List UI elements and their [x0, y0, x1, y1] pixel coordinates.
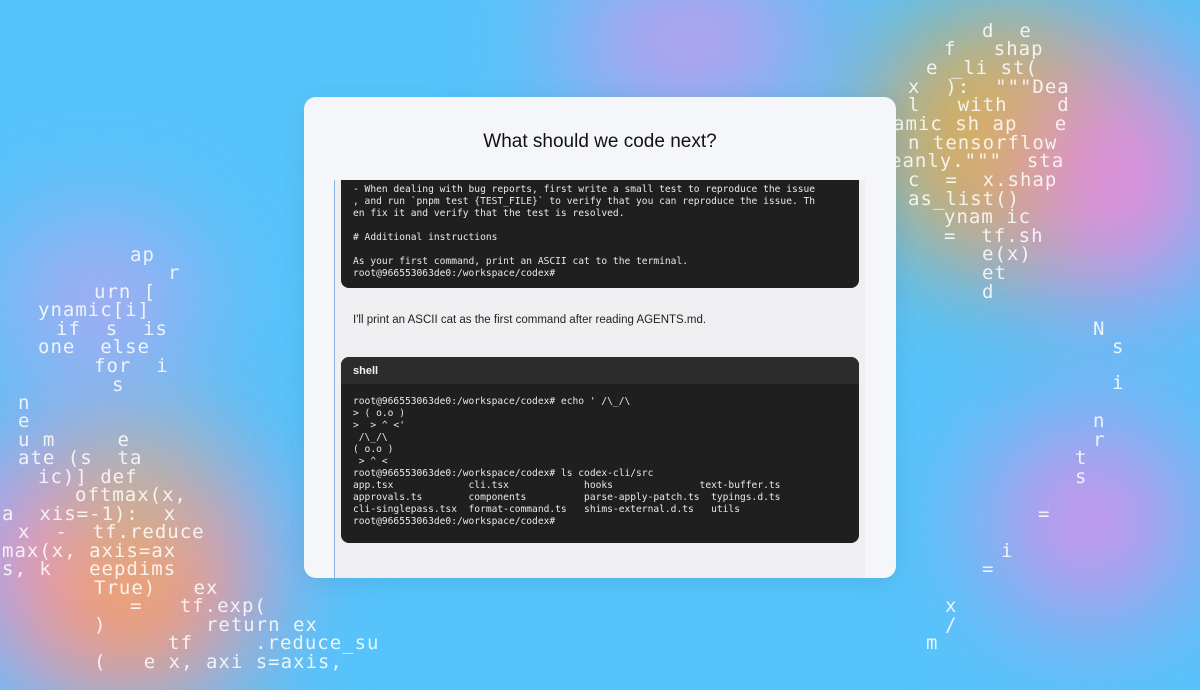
terminal-line: > ^ <: [353, 456, 388, 467]
ascii-line: x - tf.reduce: [18, 521, 205, 543]
ascii-line: eanly.""" sta: [890, 150, 1065, 172]
ascii-line: as_list(): [908, 188, 1020, 210]
ascii-line: n: [18, 392, 31, 414]
ascii-line: ) return ex: [94, 614, 318, 636]
ascii-line: ynam ic: [944, 206, 1032, 228]
ascii-line: =: [982, 558, 995, 580]
terminal-line: approvals.ts components parse-apply-patc…: [353, 492, 781, 503]
background-glow-orange: [880, 20, 1120, 260]
terminal-line: root@966553063de0:/workspace/codex# echo…: [353, 396, 631, 407]
ascii-line: if s is: [56, 318, 168, 340]
ascii-line: ap: [130, 244, 155, 266]
terminal-line: en fix it and verify that the test is re…: [353, 208, 625, 219]
ascii-line: d e: [982, 20, 1032, 42]
background-glow-orange-left: [40, 510, 220, 680]
ascii-line: N: [1093, 318, 1106, 340]
terminal-line: # Additional instructions: [353, 232, 498, 243]
ascii-line: et: [982, 262, 1007, 284]
ascii-line: oftmax(x,: [75, 484, 187, 506]
ascii-line: urn [: [94, 281, 157, 303]
background-glow-green-left: [80, 440, 190, 530]
terminal-line: root@966553063de0:/workspace/codex#: [353, 268, 556, 279]
ascii-line: s: [1075, 466, 1088, 488]
ascii-line: =: [1038, 503, 1051, 525]
terminal-line: root@966553063de0:/workspace/codex#: [353, 516, 556, 527]
ascii-line: s, k eepdims: [2, 558, 177, 580]
ascii-line: ic)] def: [38, 466, 138, 488]
ascii-line: ( e x, axi s=axis,: [94, 651, 343, 673]
terminal-line: root@966553063de0:/workspace/codex# ls c…: [353, 468, 654, 479]
ascii-line: m: [926, 632, 939, 654]
ascii-line: r: [168, 262, 181, 284]
ascii-line: e(x): [982, 243, 1032, 265]
ascii-line: n tensorflow: [908, 132, 1058, 154]
ascii-line: x ): """Dea: [908, 76, 1070, 98]
ascii-line: ate (s ta: [18, 447, 143, 469]
terminal-line: cli-singlepass.tsx format-command.ts shi…: [353, 504, 740, 515]
ascii-line: True) ex: [94, 577, 219, 599]
ascii-line: c = x.shap: [908, 169, 1058, 191]
terminal-line: > ( o.o ): [353, 408, 405, 419]
background-glow-pink-left: [0, 430, 260, 690]
ascii-line: = tf.exp(: [130, 595, 267, 617]
ascii-line: amic sh ap e: [893, 113, 1068, 135]
ascii-line: l with d: [908, 94, 1070, 116]
ascii-line: s: [1112, 336, 1125, 358]
card-title: What should we code next?: [483, 131, 717, 152]
terminal-line: - When dealing with bug reports, first w…: [353, 184, 816, 195]
terminal-line: > > ^ <': [353, 420, 405, 431]
ascii-line: /: [945, 614, 958, 636]
ascii-line: u m e: [18, 429, 130, 451]
ascii-line: i: [1001, 540, 1014, 562]
ascii-line: for i: [94, 355, 169, 377]
ascii-line: ynamic[i]: [38, 299, 150, 321]
ascii-line: t: [1075, 447, 1088, 469]
terminal-line: app.tsx cli.tsx hooks text-buffer.ts: [353, 480, 781, 491]
ascii-line: tf .reduce_su: [168, 632, 380, 654]
ascii-line: e _li st(: [926, 57, 1038, 79]
ascii-line: i: [1112, 372, 1125, 394]
ascii-line: f shap: [944, 38, 1044, 60]
ascii-line: n: [1093, 410, 1106, 432]
terminal-line: /\_/\: [353, 432, 388, 443]
chat-transcript[interactable]: - When dealing with bug reports, first w…: [334, 180, 865, 578]
ascii-line: d: [982, 281, 995, 303]
assistant-message: I'll print an ASCII cat as the first com…: [353, 314, 707, 326]
background-glow-lilac-right: [990, 420, 1190, 620]
ascii-line: one else: [38, 336, 150, 358]
terminal-line: As your first command, print an ASCII ca…: [353, 256, 689, 267]
ascii-line: a xis=-1): x: [2, 503, 177, 525]
ascii-line: max(x, axis=ax: [2, 540, 177, 562]
shell-terminal: shell root@966553063de0:/workspace/codex…: [341, 357, 859, 543]
terminal-line: ( o.o ): [353, 444, 394, 455]
background-glow-lilac-left: [0, 220, 200, 380]
background-glow-pink: [1020, 60, 1200, 300]
ascii-line: r: [1093, 429, 1106, 451]
terminal-output-agents: - When dealing with bug reports, first w…: [341, 180, 859, 288]
ascii-line: x: [945, 595, 958, 617]
terminal-line: , and run `pnpm test {TEST_FILE}` to ver…: [353, 196, 816, 207]
ascii-line: e: [18, 410, 31, 432]
ascii-line: = tf.sh: [944, 225, 1044, 247]
ascii-line: s: [112, 374, 125, 396]
shell-terminal-header: shell: [341, 357, 859, 384]
background-glow-green: [960, 80, 1070, 190]
